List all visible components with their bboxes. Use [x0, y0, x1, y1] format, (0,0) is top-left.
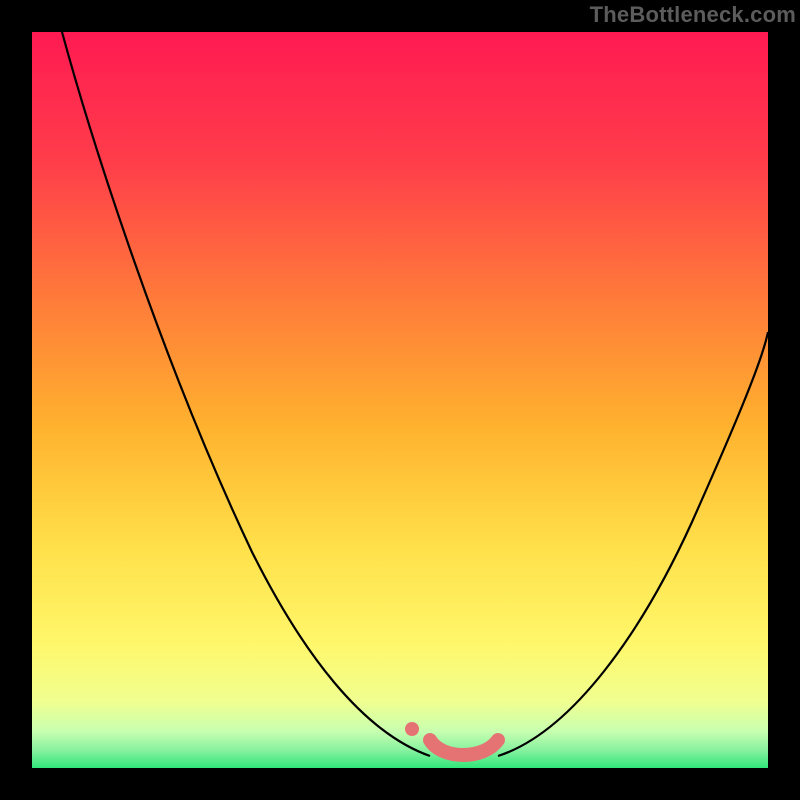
chart-frame: TheBottleneck.com: [0, 0, 800, 800]
plot-area: [32, 32, 768, 768]
chart-svg: [32, 32, 768, 768]
isolated-dot-marker: [405, 722, 419, 736]
watermark: TheBottleneck.com: [590, 2, 796, 28]
gradient-background: [32, 32, 768, 768]
